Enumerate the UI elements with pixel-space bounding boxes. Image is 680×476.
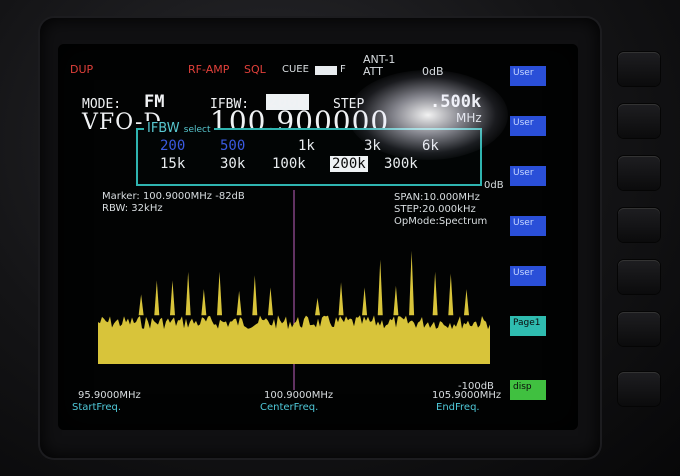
hw-button-7[interactable] <box>618 372 660 406</box>
hw-button-3[interactable] <box>618 156 660 190</box>
spectrum-peak <box>154 280 160 316</box>
spectrum-peak <box>432 271 438 316</box>
display-screen: DUP RF-AMP SQL CUEE F ANT-1 ATT 0dB MODE… <box>58 44 578 430</box>
spectrum-peak <box>409 250 415 316</box>
spectrum-peak <box>267 287 273 316</box>
spectrum-peak <box>448 273 454 316</box>
spectrum-peak <box>338 282 344 316</box>
spectrum-peak <box>377 259 383 316</box>
spectrum-peak <box>362 287 368 316</box>
hw-button-5[interactable] <box>618 260 660 294</box>
spectrum-peak <box>138 294 144 316</box>
softkey-user-4[interactable]: User <box>510 216 546 236</box>
spectrum-peak <box>217 271 223 316</box>
softkey-page1[interactable]: Page1 <box>510 316 546 336</box>
hw-button-1[interactable] <box>618 52 660 86</box>
hw-button-4[interactable] <box>618 208 660 242</box>
end-freq-label: EndFreq. <box>436 402 480 413</box>
softkey-user-3[interactable]: User <box>510 166 546 186</box>
spectrum-peak <box>252 275 258 316</box>
spectrum-peak <box>185 271 191 316</box>
spectrum-plot <box>98 190 490 390</box>
spectrum-peak <box>393 285 399 316</box>
center-freq: 100.9000MHz <box>264 390 334 401</box>
softkey-user-5[interactable]: User <box>510 266 546 286</box>
center-freq-label: CenterFreq. <box>260 402 319 413</box>
spectrum-peak <box>169 280 175 316</box>
spectrum-peak <box>463 289 469 316</box>
softkey-user-2[interactable]: User <box>510 116 546 136</box>
hw-button-6[interactable] <box>618 312 660 346</box>
softkey-user-1[interactable]: User <box>510 66 546 86</box>
spectrum-peak <box>236 290 242 316</box>
spectrum-peak <box>315 297 321 316</box>
start-freq-label: StartFreq. <box>72 402 122 413</box>
spectrum-peak <box>201 289 207 316</box>
start-freq: 95.9000MHz <box>78 390 141 401</box>
hw-button-2[interactable] <box>618 104 660 138</box>
softkey-disp[interactable]: disp <box>510 380 546 400</box>
end-freq: 105.9000MHz <box>432 390 502 401</box>
